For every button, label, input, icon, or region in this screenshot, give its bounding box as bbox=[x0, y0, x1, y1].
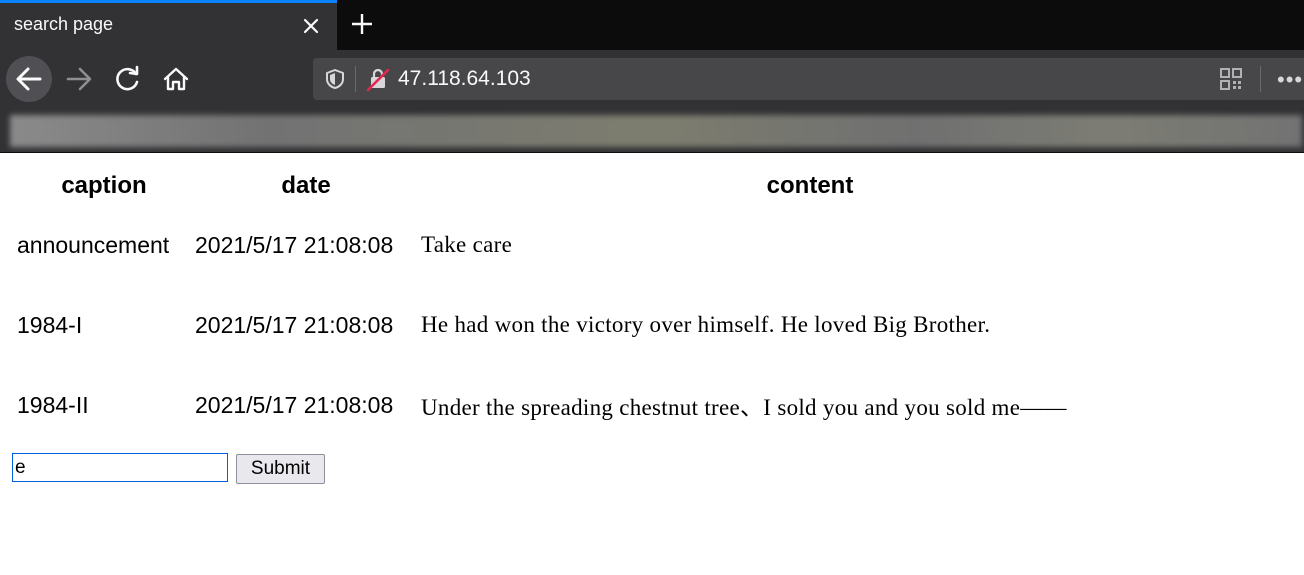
bookmarks-toolbar bbox=[0, 110, 1304, 153]
tab-active[interactable]: search page bbox=[0, 0, 337, 50]
close-icon[interactable] bbox=[298, 13, 324, 39]
tab-strip: search page bbox=[0, 0, 1304, 50]
reload-icon bbox=[116, 65, 139, 91]
table-header-row: caption date content bbox=[16, 168, 1200, 204]
back-arrow-icon bbox=[16, 67, 42, 91]
forward-button[interactable] bbox=[56, 56, 102, 102]
reload-button[interactable] bbox=[105, 56, 151, 102]
shield-icon[interactable] bbox=[323, 67, 347, 91]
search-input[interactable] bbox=[12, 453, 228, 482]
back-button[interactable] bbox=[6, 56, 52, 102]
cell-date: 2021/5/17 21:08:08 bbox=[195, 231, 394, 258]
qr-code-icon[interactable] bbox=[1219, 67, 1243, 91]
cell-content: Take care bbox=[421, 232, 513, 257]
table-row: 1984-I 2021/5/17 21:08:08 He had won the… bbox=[16, 286, 1200, 364]
cell-caption: 1984-II bbox=[17, 391, 89, 418]
column-header-date: date bbox=[281, 172, 331, 199]
home-icon bbox=[163, 67, 189, 91]
more-icon[interactable]: ••• bbox=[1277, 67, 1303, 93]
submit-button[interactable]: Submit bbox=[236, 454, 325, 484]
cell-caption: 1984-I bbox=[17, 311, 83, 338]
cell-content: He had won the victory over himself. He … bbox=[421, 312, 991, 337]
cell-date: 2021/5/17 21:08:08 bbox=[195, 311, 394, 338]
cell-content: Under the spreading chestnut tree、I sold… bbox=[421, 395, 1067, 420]
cell-caption: announcement bbox=[17, 231, 170, 258]
page-content: caption date content announcement 2021/5… bbox=[0, 153, 1304, 575]
url-separator bbox=[1260, 66, 1261, 92]
home-button[interactable] bbox=[153, 56, 199, 102]
forward-arrow-icon bbox=[66, 67, 92, 91]
plus-icon[interactable] bbox=[348, 10, 376, 38]
navigation-toolbar: 47.118.64.103 ••• bbox=[0, 50, 1304, 110]
address-bar[interactable]: 47.118.64.103 ••• bbox=[313, 58, 1304, 100]
url-separator bbox=[355, 66, 356, 92]
table-row: announcement 2021/5/17 21:08:08 Take car… bbox=[16, 206, 1200, 284]
cell-date: 2021/5/17 21:08:08 bbox=[195, 391, 394, 418]
column-header-content: content bbox=[766, 172, 854, 199]
tab-title: search page bbox=[14, 14, 114, 34]
table-row: 1984-II 2021/5/17 21:08:08 Under the spr… bbox=[16, 366, 1200, 444]
results-table: caption date content announcement 2021/5… bbox=[14, 166, 1202, 446]
blurred-bookmarks bbox=[10, 115, 1302, 147]
column-header-caption: caption bbox=[61, 172, 147, 199]
insecure-lock-icon[interactable] bbox=[365, 66, 391, 92]
url-text[interactable]: 47.118.64.103 bbox=[398, 67, 531, 91]
